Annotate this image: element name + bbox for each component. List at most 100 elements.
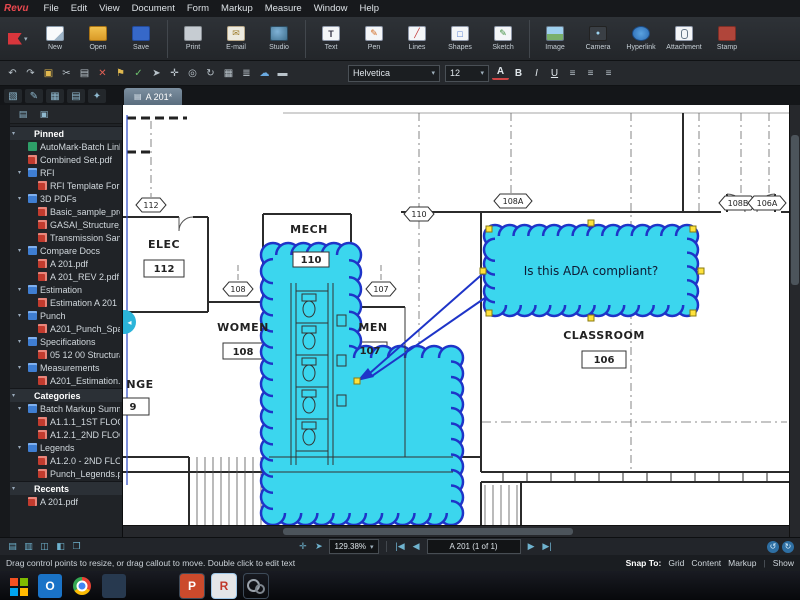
hyperlink-button[interactable]: Hyperlink xyxy=(620,20,663,58)
properties-icon[interactable]: ▦ xyxy=(220,65,237,82)
tree-item[interactable]: A 201.pdf xyxy=(10,257,122,270)
align-left-button[interactable]: ≡ xyxy=(564,65,581,82)
tree-item[interactable]: A201_Estimation.pdf xyxy=(10,374,122,387)
revu-flag-menu[interactable]: ▾ xyxy=(2,20,34,58)
camera-button[interactable]: Camera xyxy=(577,20,620,58)
checkmark-icon[interactable]: ✓ xyxy=(130,65,147,82)
pan-tool-button[interactable]: ✛ xyxy=(296,541,309,552)
tree-item[interactable]: ▾ Legends xyxy=(10,441,122,454)
tree-item[interactable]: ▾ 3D PDFs xyxy=(10,192,122,205)
document-tab[interactable]: A 201* xyxy=(124,88,182,105)
tree-item[interactable]: ▾ Estimation xyxy=(10,283,122,296)
open-button[interactable]: Open xyxy=(77,20,120,58)
select-icon[interactable]: ➤ xyxy=(148,65,165,82)
delete-icon[interactable]: ✕ xyxy=(94,65,111,82)
side-by-side-icon[interactable]: ◫ xyxy=(38,541,51,552)
italic-button[interactable]: I xyxy=(528,65,545,82)
bookmarks-tab[interactable]: ▤ xyxy=(67,89,85,103)
menu-item[interactable]: Window xyxy=(308,2,354,15)
bold-button[interactable]: B xyxy=(510,65,527,82)
shapes-button[interactable]: Shapes xyxy=(439,20,482,58)
tree-item[interactable]: ▾ RFI xyxy=(10,166,122,179)
layers-icon[interactable]: ≣ xyxy=(238,65,255,82)
horizontal-scrollbar[interactable] xyxy=(123,525,789,537)
menu-item[interactable]: File xyxy=(37,2,64,15)
page-indicator[interactable]: A 201 (1 of 1) xyxy=(427,539,521,554)
previous-view-button[interactable]: ↺ xyxy=(767,541,779,553)
scrollbar-thumb[interactable] xyxy=(283,528,573,535)
undo-icon[interactable]: ↶ xyxy=(4,65,21,82)
menu-item[interactable]: Edit xyxy=(65,2,93,15)
tree-item[interactable]: ▾ Measurements xyxy=(10,361,122,374)
tree-item[interactable]: A1.2.0 - 2ND FLOOR ... xyxy=(10,454,122,467)
font-select[interactable]: Helvetica ▾ xyxy=(348,65,440,82)
image-button[interactable]: Image xyxy=(529,20,577,58)
attachment-button[interactable]: Attachment xyxy=(663,20,706,58)
gears-icon[interactable] xyxy=(244,574,268,598)
thumbnails-tab[interactable]: ▦ xyxy=(46,89,64,103)
tool-chest-tab[interactable]: ✦ xyxy=(88,89,106,103)
copy-icon[interactable]: ▤ xyxy=(76,65,93,82)
pen-button[interactable]: Pen xyxy=(353,20,396,58)
tree-item[interactable]: ▾ Recents xyxy=(10,481,122,495)
cloud-tool-icon[interactable]: ☁ xyxy=(256,65,273,82)
markups-list-tab[interactable]: ✎ xyxy=(25,89,43,103)
tree-item[interactable]: ▾ Compare Docs xyxy=(10,244,122,257)
callout-text[interactable]: Is this ADA compliant? xyxy=(524,264,659,278)
menu-item[interactable]: View xyxy=(93,2,125,15)
menu-item[interactable]: Markup xyxy=(215,2,259,15)
sketch-button[interactable]: Sketch xyxy=(482,20,525,58)
text-button[interactable]: Text xyxy=(305,20,353,58)
clipboard-icon[interactable]: ▣ xyxy=(40,65,57,82)
tree-item[interactable]: ▾ Batch Markup Summary xyxy=(10,402,122,415)
underline-button[interactable]: U xyxy=(546,65,563,82)
chrome-icon[interactable] xyxy=(70,574,94,598)
email-button[interactable]: E-mail xyxy=(215,20,258,58)
tree-item[interactable]: ▾ Punch xyxy=(10,309,122,322)
single-page-icon[interactable]: ▤ xyxy=(6,541,19,552)
refresh-icon[interactable]: ↻ xyxy=(202,65,219,82)
pan-icon[interactable]: ✛ xyxy=(166,65,183,82)
tree-item[interactable]: A 201_REV 2.pdf xyxy=(10,270,122,283)
redo-icon[interactable]: ↷ xyxy=(22,65,39,82)
explorer-icon[interactable] xyxy=(102,574,126,598)
flag-icon[interactable]: ⚑ xyxy=(112,65,129,82)
folders-subtab[interactable]: ▣ xyxy=(36,107,52,121)
tree-item[interactable]: GASAI_Structure_20... xyxy=(10,218,122,231)
save-button[interactable]: Save xyxy=(120,20,163,58)
last-page-button[interactable]: ▶| xyxy=(541,541,554,552)
outlook-icon[interactable]: O xyxy=(38,574,62,598)
next-page-button[interactable]: ▶ xyxy=(525,541,538,552)
tree-item[interactable]: ▾ Specifications xyxy=(10,335,122,348)
scrollbar-thumb[interactable] xyxy=(791,135,799,285)
revu-icon[interactable]: R xyxy=(212,574,236,598)
tree-item[interactable]: RFI Template Form.pdf xyxy=(10,179,122,192)
tree-item[interactable]: Combined Set.pdf xyxy=(10,153,122,166)
tree-item[interactable]: Transmission Sampl... xyxy=(10,231,122,244)
menu-item[interactable]: Form xyxy=(181,2,215,15)
tree-item[interactable]: AutoMark-Batch Link xyxy=(10,140,122,153)
zoom-window-icon[interactable]: ◎ xyxy=(184,65,201,82)
first-page-button[interactable]: |◀ xyxy=(394,541,407,552)
tree-item[interactable]: Estimation A 201 2.pdf xyxy=(10,296,122,309)
menu-item[interactable]: Help xyxy=(354,2,386,15)
zoom-level[interactable]: 129.38% ▾ xyxy=(329,539,378,554)
new-button[interactable]: New xyxy=(34,20,77,58)
vertical-scrollbar[interactable] xyxy=(789,105,800,537)
presentation-icon[interactable]: ❒ xyxy=(70,541,83,552)
tree-item[interactable]: A201_Punch_Space... xyxy=(10,322,122,335)
menu-item[interactable]: Measure xyxy=(259,2,308,15)
split-view-icon[interactable]: ◧ xyxy=(54,541,67,552)
stamp-button[interactable]: Stamp xyxy=(706,20,749,58)
snap-option[interactable]: Grid xyxy=(668,558,684,568)
align-right-button[interactable]: ≡ xyxy=(600,65,617,82)
tree-item[interactable]: Basic_sample_projec... xyxy=(10,205,122,218)
lines-button[interactable]: Lines xyxy=(396,20,439,58)
cut-icon[interactable]: ✂ xyxy=(58,65,75,82)
start-button[interactable] xyxy=(6,574,30,598)
snap-option[interactable]: Markup xyxy=(728,558,756,568)
floor-plan[interactable]: 110 Is this ADA compliant? ELEC 112 MECH… xyxy=(123,105,789,529)
file-access-tab[interactable]: ▧ xyxy=(4,89,22,103)
prev-page-button[interactable]: ◀ xyxy=(410,541,423,552)
tree-item[interactable]: 05 12 00 Structural S... xyxy=(10,348,122,361)
